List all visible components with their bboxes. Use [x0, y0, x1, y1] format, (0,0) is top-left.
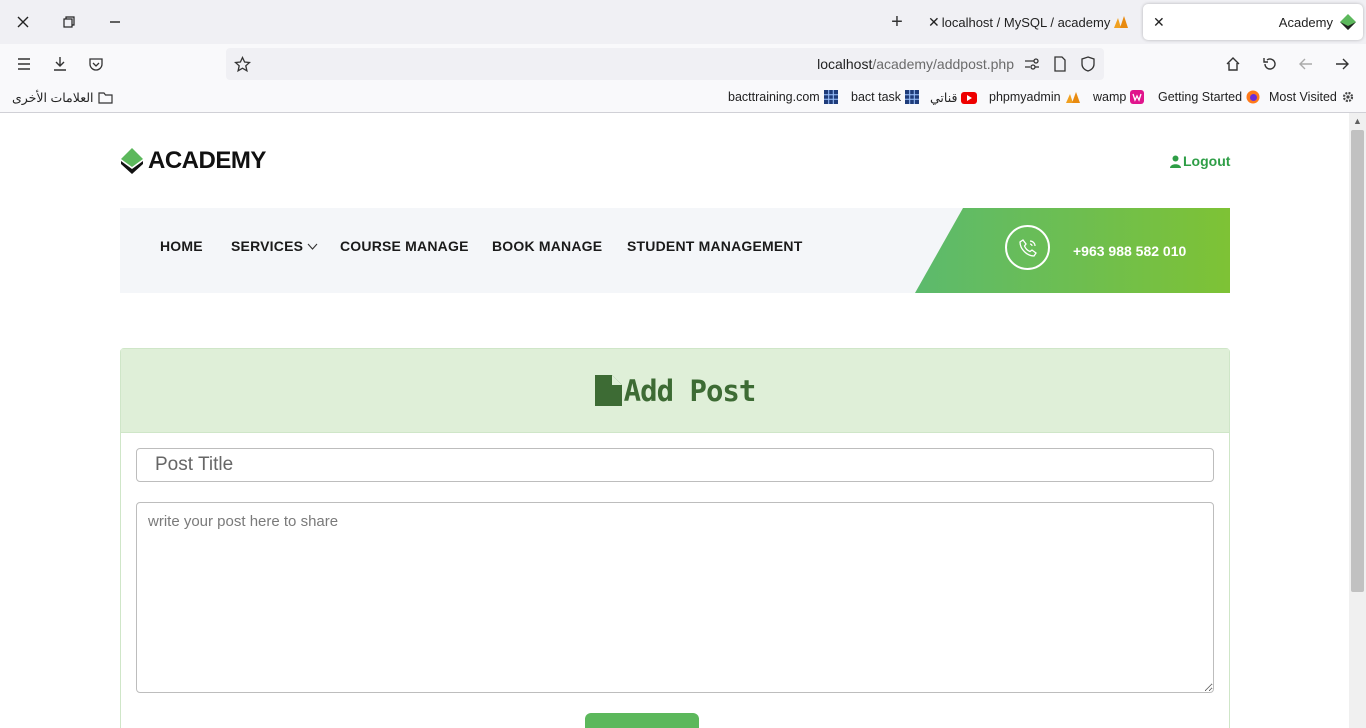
page-content: ACADEMY Logout HOME SERVICES COURSE MANA… [0, 113, 1349, 728]
close-icon [17, 16, 29, 28]
bookmark-most-visited[interactable]: Most Visited [1269, 90, 1355, 104]
post-body-textarea[interactable] [136, 502, 1214, 693]
reload-icon [1263, 58, 1276, 70]
scroll-up-arrow[interactable]: ▲ [1349, 113, 1366, 129]
pocket-icon [89, 58, 103, 71]
arrow-right-icon [1336, 58, 1349, 70]
home-button[interactable] [1221, 52, 1245, 76]
tab-bar: + ✕ localhost / MySQL / academy / ✕ Acad… [0, 0, 1366, 44]
file-icon [594, 375, 622, 406]
close-tab-icon[interactable]: ✕ [1143, 14, 1175, 31]
bookmark-label: phpmyadmin [989, 90, 1061, 104]
phone-icon [1018, 238, 1037, 257]
permissions-icon [1025, 58, 1039, 70]
url-path: /academy/addpost.php [872, 56, 1014, 72]
bookmark-getting-started[interactable]: Getting Started [1158, 90, 1260, 104]
other-bookmarks-label: العلامات الأخرى [12, 91, 94, 105]
academy-logo-icon [121, 148, 143, 174]
bookmark-phpmyadmin[interactable]: phpmyadmin [989, 90, 1081, 104]
permissions-button[interactable] [1020, 52, 1044, 76]
card-header: Add Post [121, 349, 1229, 433]
home-icon [1226, 57, 1240, 71]
bookmark-bacttraining[interactable]: bacttraining.com [728, 90, 838, 104]
site-logo[interactable]: ACADEMY [120, 147, 266, 175]
reload-button[interactable] [1258, 52, 1282, 76]
phone-number[interactable]: +963 988 582 010 [1073, 243, 1186, 259]
tab-academy[interactable]: ✕ Academy [1143, 4, 1363, 40]
star-icon [233, 55, 251, 72]
url-bar[interactable]: localhost/academy/addpost.php [226, 48, 1104, 80]
grid-icon [823, 90, 838, 104]
back-button[interactable] [1294, 52, 1318, 76]
bookmark-label: wamp [1093, 90, 1127, 104]
logout-link[interactable]: Logout [1170, 153, 1230, 169]
firefox-icon [1246, 90, 1260, 104]
phone-icon-circle [1005, 225, 1050, 270]
bookmark-wamp[interactable]: wamp [1093, 90, 1145, 104]
minimize-icon [110, 21, 120, 23]
wamp-icon [1130, 90, 1145, 104]
submit-post-button[interactable] [585, 713, 699, 728]
post-title-input[interactable] [136, 448, 1214, 482]
bookmark-bact-task[interactable]: bact task [851, 90, 920, 104]
page-icon [1054, 56, 1066, 72]
grid-icon [905, 90, 920, 104]
tracking-protection-button[interactable] [1076, 52, 1100, 76]
logout-label: Logout [1183, 153, 1231, 169]
page-scrollbar[interactable]: ▲ [1349, 113, 1366, 728]
menu-book-manage[interactable]: BOOK MANAGE [492, 238, 602, 254]
menu-services-label: SERVICES [231, 238, 304, 254]
scrollbar-thumb[interactable] [1351, 130, 1364, 592]
chevron-down-icon [307, 243, 318, 250]
other-bookmarks[interactable]: العلامات الأخرى [12, 90, 113, 105]
bookmark-label: bact task [851, 90, 902, 104]
gear-icon [1342, 91, 1353, 103]
menu-button[interactable] [12, 52, 36, 76]
shield-icon [1081, 56, 1095, 72]
bookmark-label: Getting Started [1158, 90, 1243, 104]
logo-text: ACADEMY [148, 147, 266, 174]
pocket-button[interactable] [84, 52, 108, 76]
close-window-button[interactable] [8, 8, 38, 36]
menu-course-manage[interactable]: COURSE MANAGE [340, 238, 469, 254]
minimize-window-button[interactable] [100, 8, 130, 36]
download-icon [54, 57, 66, 71]
tab-phpmyadmin[interactable]: ✕ localhost / MySQL / academy / [924, 4, 1139, 40]
page-title: Add Post [623, 373, 757, 408]
pma-icon [1065, 91, 1080, 103]
folder-icon [97, 92, 113, 104]
tab-title: localhost / MySQL / academy / [941, 14, 1112, 30]
bookmark-label: bacttraining.com [728, 90, 820, 104]
menu-home[interactable]: HOME [160, 238, 203, 254]
url-text[interactable]: localhost/academy/addpost.php [817, 56, 1014, 72]
restore-window-button[interactable] [54, 8, 84, 36]
reader-view-button[interactable] [1048, 52, 1072, 76]
hamburger-icon [18, 58, 30, 70]
tab-title: Academy [1278, 14, 1333, 30]
user-icon [1170, 155, 1181, 168]
menu-student-management[interactable]: STUDENT MANAGEMENT [627, 238, 802, 254]
downloads-button[interactable] [48, 52, 72, 76]
main-menu: HOME SERVICES COURSE MANAGE BOOK MANAGE … [120, 208, 1230, 293]
bookmark-my-channel[interactable]: قناتي [930, 90, 978, 105]
academy-favicon-icon [1340, 14, 1356, 30]
navigation-toolbar: localhost/academy/addpost.php [0, 44, 1366, 84]
bookmark-label: قناتي [930, 91, 958, 105]
bookmarks-toolbar: العلامات الأخرى bacttraining.com bact ta… [0, 84, 1366, 113]
forward-button[interactable] [1330, 52, 1354, 76]
add-post-card: Add Post [120, 348, 1230, 728]
bookmark-label: Most Visited [1269, 90, 1337, 104]
youtube-icon [961, 91, 978, 104]
restore-icon [63, 16, 75, 28]
bookmark-star-button[interactable] [230, 52, 254, 76]
pma-icon [1113, 16, 1128, 28]
url-host: localhost [817, 56, 873, 72]
close-tab-icon[interactable]: ✕ [924, 14, 942, 31]
new-tab-button[interactable]: + [884, 10, 910, 34]
menu-services[interactable]: SERVICES [231, 238, 318, 254]
arrow-left-icon [1299, 58, 1312, 70]
